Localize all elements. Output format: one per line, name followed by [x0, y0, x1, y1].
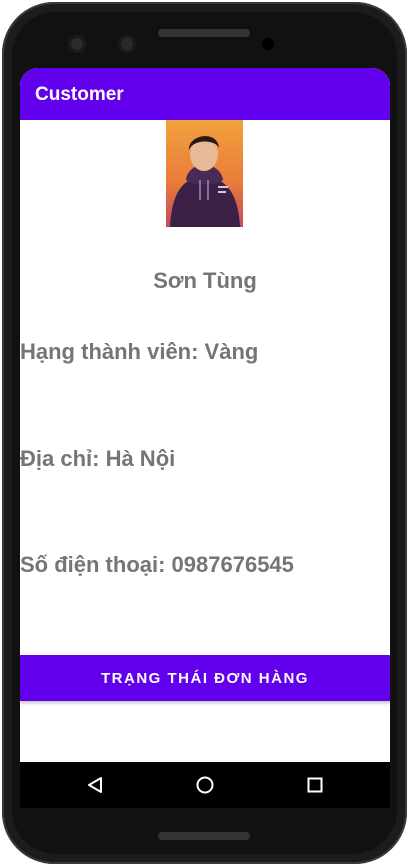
- system-nav-bar: [20, 762, 390, 808]
- order-status-button[interactable]: TRẠNG THÁI ĐƠN HÀNG: [20, 655, 390, 701]
- address: Địa chỉ: Hà Nội: [20, 446, 176, 471]
- app-bar: Customer: [20, 68, 390, 120]
- proximity-sensor: [262, 38, 274, 50]
- membership-tier: Hạng thành viên: Vàng: [20, 339, 259, 364]
- phone-number: Số điện thoại: 0987676545: [20, 552, 294, 577]
- app-screen: Customer Sơn Tùng Hạng thành viên: Vàng …: [20, 68, 390, 808]
- sensor-icon: [118, 35, 136, 53]
- earpiece-speaker: [158, 29, 250, 37]
- home-icon[interactable]: [182, 762, 228, 808]
- bottom-speaker: [158, 832, 250, 840]
- avatar: [166, 120, 243, 227]
- customer-name: Sơn Tùng: [153, 268, 257, 293]
- front-camera-icon: [68, 35, 86, 53]
- back-icon[interactable]: [72, 762, 118, 808]
- app-bar-title: Customer: [35, 84, 124, 105]
- recents-icon[interactable]: [292, 762, 338, 808]
- profile-photo: [166, 120, 243, 227]
